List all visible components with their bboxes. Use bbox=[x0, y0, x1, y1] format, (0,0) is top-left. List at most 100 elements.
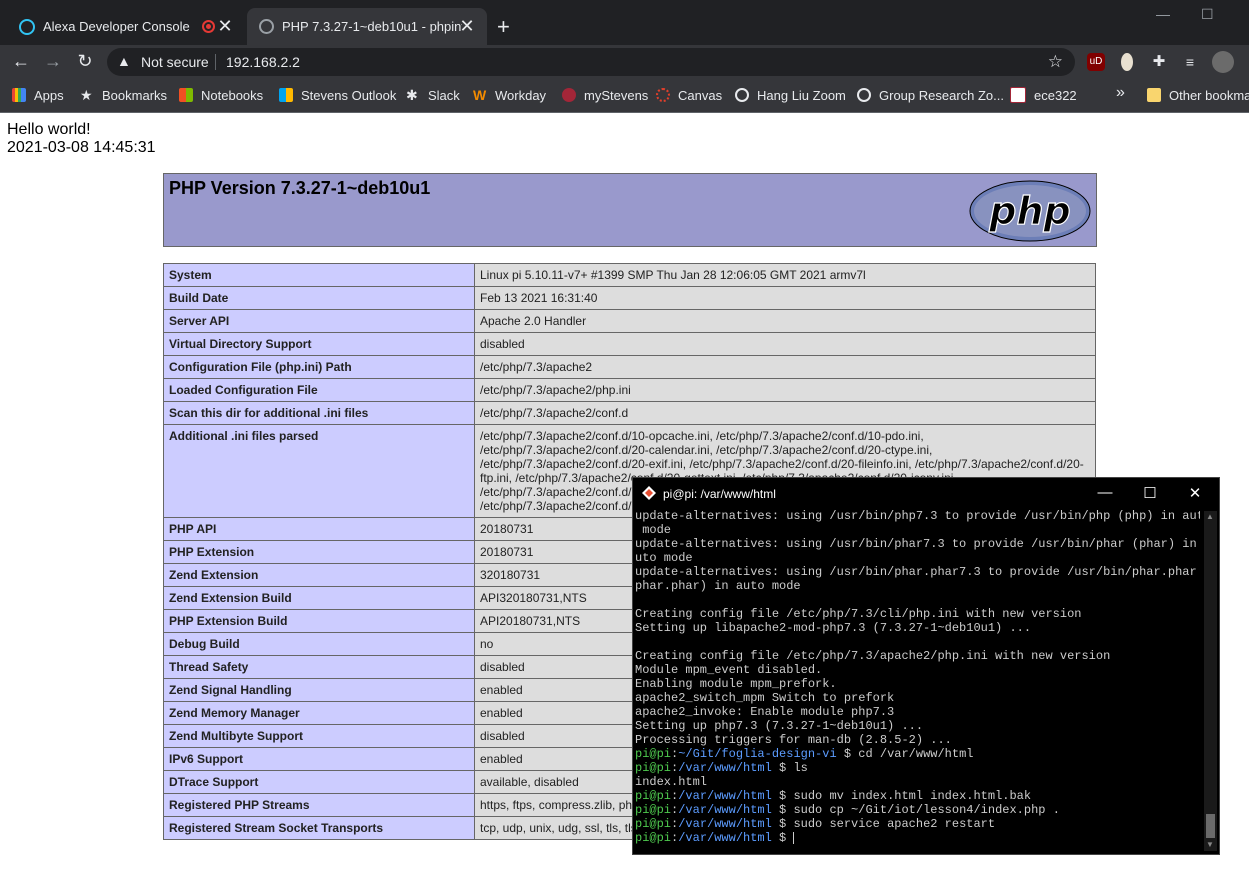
bookmark-stevens-outlook[interactable]: Stevens Outlook bbox=[279, 86, 396, 104]
prompt-path: /var/www/html bbox=[678, 831, 772, 845]
forward-button[interactable]: → bbox=[41, 51, 65, 72]
mystevens-icon bbox=[562, 88, 576, 102]
globe-icon bbox=[857, 88, 871, 102]
tab-alexa-console[interactable]: Alexa Developer Console ✕ bbox=[0, 8, 245, 45]
back-button[interactable]: ← bbox=[9, 51, 33, 72]
microsoft-icon bbox=[179, 88, 193, 102]
info-key: Zend Extension bbox=[163, 563, 475, 587]
prompt-path: ~/Git/foglia-design-vi bbox=[678, 747, 837, 761]
info-key: Thread Safety bbox=[163, 655, 475, 679]
info-key: Additional .ini files parsed bbox=[163, 424, 475, 518]
terminal-window[interactable]: pi@pi: /var/www/html — ☐ ✕ update-altern… bbox=[632, 477, 1220, 855]
maximize-button[interactable]: ☐ bbox=[1140, 484, 1160, 502]
media-queue-icon[interactable]: ≡ bbox=[1181, 53, 1199, 71]
browser-toolbar: ← → ↻ ▲ Not secure 192.168.2.2 ☆ uD ✚ ≡ bbox=[0, 45, 1249, 79]
terminal-line: uto mode bbox=[635, 551, 693, 565]
info-key: PHP API bbox=[163, 517, 475, 541]
security-label[interactable]: Not secure bbox=[141, 54, 209, 70]
info-key: IPv6 Support bbox=[163, 747, 475, 771]
bookmark-workday[interactable]: W Workday bbox=[473, 86, 546, 104]
terminal-line: pi@pi:~/Git/foglia-design-vi $ cd /var/w… bbox=[635, 747, 1200, 761]
close-tab-icon[interactable]: ✕ bbox=[215, 16, 235, 37]
info-value: disabled bbox=[474, 332, 1096, 356]
puzzle-extensions-icon[interactable]: ✚ bbox=[1150, 53, 1168, 71]
prompt-user: pi@pi bbox=[635, 761, 672, 775]
address-bar[interactable]: ▲ Not secure 192.168.2.2 ☆ bbox=[107, 48, 1075, 76]
bookmark-apps[interactable]: Apps bbox=[12, 86, 64, 104]
bookmark-label: Group Research Zo... bbox=[879, 87, 1004, 103]
globe-icon bbox=[735, 88, 749, 102]
minimize-window-button[interactable]: — bbox=[1156, 6, 1170, 22]
tab-phpinfo[interactable]: PHP 7.3.27-1~deb10u1 - phpinfo() ✕ bbox=[247, 8, 487, 45]
extension-icon[interactable] bbox=[1121, 53, 1133, 71]
table-row: Configuration File (php.ini) Path/etc/ph… bbox=[163, 355, 1096, 379]
terminal-scrollbar[interactable]: ▲ ▼ bbox=[1204, 511, 1217, 851]
bookmark-label: Bookmarks bbox=[102, 87, 168, 103]
terminal-line: pi@pi:/var/www/html $ sudo cp ~/Git/iot/… bbox=[635, 803, 1200, 817]
minimize-button[interactable]: — bbox=[1095, 484, 1115, 501]
terminal-line: Processing triggers for man-db (2.8.5-2)… bbox=[635, 733, 952, 747]
terminal-line: Setting up libapache2-mod-php7.3 (7.3.27… bbox=[635, 621, 1032, 635]
info-key: Build Date bbox=[163, 286, 475, 310]
prompt-path: /var/www/html bbox=[678, 761, 772, 775]
terminal-line: index.html bbox=[635, 775, 708, 789]
bookmark-label: Apps bbox=[34, 87, 64, 103]
bookmark-star-icon[interactable]: ☆ bbox=[1048, 52, 1063, 72]
info-key: System bbox=[163, 263, 475, 287]
terminal-line: Creating config file /etc/php/7.3/cli/ph… bbox=[635, 607, 1082, 621]
bookmark-mystevens[interactable]: myStevens bbox=[562, 86, 648, 104]
bookmark-label: myStevens bbox=[584, 87, 649, 103]
prompt-user: pi@pi bbox=[635, 831, 672, 845]
bookmark-bookmarks[interactable]: ★ Bookmarks bbox=[80, 86, 167, 104]
bookmark-slack[interactable]: ✱ Slack bbox=[406, 86, 460, 104]
info-value: Feb 13 2021 16:31:40 bbox=[474, 286, 1096, 310]
ublock-extension-icon[interactable]: uD bbox=[1087, 53, 1105, 71]
bookmark-notebooks[interactable]: Notebooks bbox=[179, 86, 263, 104]
info-key: Zend Signal Handling bbox=[163, 678, 475, 702]
bookmark-canvas[interactable]: Canvas bbox=[656, 86, 722, 104]
terminal-line: Enabling module mpm_prefork. bbox=[635, 677, 837, 691]
bookmark-ece322[interactable]: ece322 bbox=[1010, 86, 1077, 104]
prompt-user: pi@pi bbox=[635, 789, 672, 803]
terminal-line: apache2_invoke: Enable module php7.3 bbox=[635, 705, 895, 719]
info-key: Zend Extension Build bbox=[163, 586, 475, 610]
table-row: Scan this dir for additional .ini files /… bbox=[163, 401, 1096, 425]
maximize-window-button[interactable]: ☐ bbox=[1201, 6, 1214, 23]
bookmark-hang-liu-zoom[interactable]: Hang Liu Zoom bbox=[735, 86, 846, 104]
table-row: System Linux pi 5.10.11-v7+ #1399 SMP Thu… bbox=[163, 263, 1096, 287]
close-button[interactable]: ✕ bbox=[1185, 484, 1205, 502]
url-text[interactable]: 192.168.2.2 bbox=[226, 54, 300, 70]
warning-icon[interactable]: ▲ bbox=[117, 53, 131, 69]
terminal-line: update-alternatives: using /usr/bin/phar… bbox=[635, 537, 1200, 551]
terminal-line: pi@pi:/var/www/html $ sudo service apach… bbox=[635, 817, 1200, 831]
more-bookmarks-button[interactable]: » bbox=[1116, 84, 1125, 102]
scroll-down-arrow-icon[interactable]: ▼ bbox=[1206, 840, 1214, 849]
other-bookmarks-folder[interactable]: Other bookmarks bbox=[1147, 86, 1249, 104]
close-tab-icon[interactable]: ✕ bbox=[457, 16, 477, 37]
bookmark-group-research-zoom[interactable]: Group Research Zo... bbox=[857, 86, 1004, 104]
terminal-command: $ sudo cp ~/Git/iot/lesson4/index.php . bbox=[771, 803, 1060, 817]
table-row: Loaded Configuration File/etc/php/7.3/ap… bbox=[163, 378, 1096, 402]
php-logo[interactable]: php bbox=[969, 180, 1091, 242]
bookmark-label: ece322 bbox=[1034, 87, 1077, 103]
scrollbar-thumb[interactable] bbox=[1206, 814, 1215, 838]
info-key: Zend Multibyte Support bbox=[163, 724, 475, 748]
avatar[interactable] bbox=[1212, 51, 1234, 73]
terminal-titlebar[interactable]: pi@pi: /var/www/html — ☐ ✕ bbox=[633, 478, 1219, 509]
bookmarks-bar: Apps ★ Bookmarks Notebooks Stevens Outlo… bbox=[0, 79, 1249, 113]
terminal-line: update-alternatives: using /usr/bin/php7… bbox=[635, 509, 1200, 523]
tab-title: Alexa Developer Console bbox=[43, 19, 190, 34]
globe-icon bbox=[259, 19, 274, 34]
reload-button[interactable]: ↻ bbox=[73, 51, 97, 72]
info-key: Server API bbox=[163, 309, 475, 333]
terminal-line: pi@pi:/var/www/html $ ls bbox=[635, 761, 1200, 775]
scroll-up-arrow-icon[interactable]: ▲ bbox=[1206, 512, 1214, 521]
bookmark-label: Slack bbox=[428, 87, 460, 103]
php-version-header: PHP Version 7.3.27-1~deb10u1 php bbox=[163, 173, 1097, 247]
prompt-path: /var/www/html bbox=[678, 817, 772, 831]
prompt-path: /var/www/html bbox=[678, 789, 772, 803]
new-tab-button[interactable]: + bbox=[497, 14, 510, 40]
info-key: Virtual Directory Support bbox=[163, 332, 475, 356]
terminal-output[interactable]: update-alternatives: using /usr/bin/php7… bbox=[635, 509, 1200, 849]
